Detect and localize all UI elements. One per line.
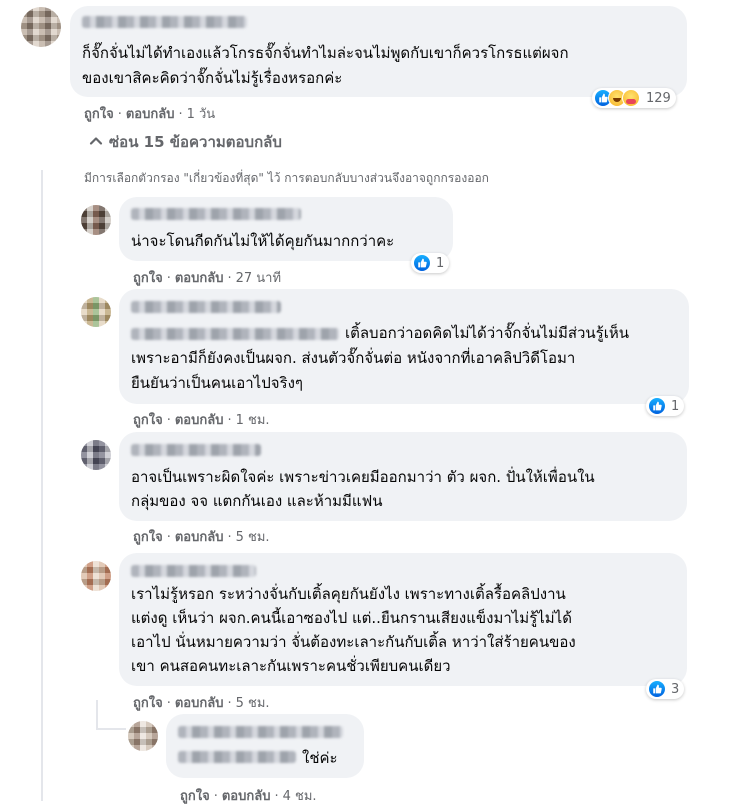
like-button[interactable]: ถูกใจ <box>133 413 163 428</box>
like-icon <box>648 397 666 415</box>
filter-note: มีการเลือกตัวกรอง "เกี่ยวข้องที่สุด" ไว้… <box>84 171 489 185</box>
reply-button[interactable]: ตอบกลับ <box>126 107 175 122</box>
avatar[interactable] <box>81 205 111 235</box>
reaction-summary[interactable]: 1 <box>411 253 450 273</box>
mentioned-name[interactable] <box>178 751 296 763</box>
mentioned-name[interactable] <box>131 328 339 340</box>
commenter-name[interactable] <box>131 565 256 577</box>
comment-text: น่าจะโดนกีดกันไม่ให้ได้คุยกันมากกว่าคะ <box>131 232 395 250</box>
reply-button[interactable]: ตอบกลับ <box>222 789 271 804</box>
comment-actions: ถูกใจ · ตอบกลับ · 1 วัน <box>84 107 216 122</box>
reaction-count: 1 <box>671 398 680 414</box>
reaction-summary[interactable]: 129 <box>592 88 676 108</box>
timestamp[interactable]: 4 ชม. <box>283 789 317 804</box>
like-button[interactable]: ถูกใจ <box>133 696 163 711</box>
comment-text: เอาไป นั่นหมายความว่า จั่นต้องทะเลาะกันก… <box>131 633 576 651</box>
like-button[interactable]: ถูกใจ <box>180 789 210 804</box>
comment-text: เติ้ลบอกว่าอดคิดไม่ได้ว่าจั๊กจั่นไม่มีส่… <box>345 324 629 342</box>
commenter-name[interactable] <box>131 444 261 456</box>
reply-bubble: เราไม่รู้หรอก ระหว่างจั่นกับเติ้ลคุยกันย… <box>119 553 687 686</box>
comment-text: ของเขาสิคะคิดว่าจั๊กจั่นไม่รู้เรื่องหรอก… <box>82 69 343 87</box>
comment-text: ใช่ค่ะ <box>302 749 338 767</box>
timestamp[interactable]: 27 นาที <box>236 271 281 286</box>
care-icon <box>622 89 640 107</box>
avatar[interactable] <box>81 561 111 591</box>
reaction-summary[interactable]: 3 <box>646 679 685 699</box>
reaction-summary[interactable]: 1 <box>646 396 685 416</box>
reply-button[interactable]: ตอบกลับ <box>175 530 224 545</box>
comment-text: เราไม่รู้หรอก ระหว่างจั่นกับเติ้ลคุยกันย… <box>131 585 566 603</box>
comment-bubble: ก็จั๊กจั่นไม่ได้ทำเองแล้วโกรธจั๊กจั่นทำไ… <box>70 6 687 97</box>
comment-actions: ถูกใจ · ตอบกลับ · 27 นาที <box>133 271 282 286</box>
like-button[interactable]: ถูกใจ <box>133 271 163 286</box>
reaction-count: 129 <box>646 90 671 106</box>
reply-bubble: น่าจะโดนกีดกันไม่ให้ได้คุยกันมากกว่าคะ <box>119 197 453 261</box>
thread-line <box>41 170 43 801</box>
reaction-count: 1 <box>436 255 445 271</box>
avatar[interactable] <box>21 7 61 47</box>
commenter-name[interactable] <box>178 726 343 738</box>
timestamp[interactable]: 5 ชม. <box>236 696 270 711</box>
comment-text: อาจเป็นเพราะผิดใจค่ะ เพราะข่าวเคยมีออกมา… <box>131 468 595 486</box>
reaction-count: 3 <box>671 681 680 697</box>
comment-text: แต่งดู เห็นว่า ผจก.คนนี้เอาซองไป แต่..ยื… <box>131 609 572 627</box>
comment-actions: ถูกใจ · ตอบกลับ · 5 ชม. <box>133 696 270 711</box>
timestamp[interactable]: 1 วัน <box>187 107 216 122</box>
avatar[interactable] <box>128 721 158 751</box>
comment-text: ยืนยันว่าเป็นคนเอาไปจริงๆ <box>131 374 303 392</box>
reply-button[interactable]: ตอบกลับ <box>175 696 224 711</box>
timestamp[interactable]: 1 ชม. <box>236 413 270 428</box>
like-button[interactable]: ถูกใจ <box>133 530 163 545</box>
comment-text: เขา คนสอคนทะเลาะกันเพราะคนชั่วเพียบคนเดี… <box>131 657 451 675</box>
comment-actions: ถูกใจ · ตอบกลับ · 5 ชม. <box>133 530 270 545</box>
commenter-name[interactable] <box>82 16 247 28</box>
like-icon <box>648 680 666 698</box>
timestamp[interactable]: 5 ชม. <box>236 530 270 545</box>
reply-bubble: อาจเป็นเพราะผิดใจค่ะ เพราะข่าวเคยมีออกมา… <box>119 432 687 521</box>
comment-text: กลุ่มของ จจ แตกกันเอง และห้ามมีแฟน <box>131 492 383 510</box>
avatar[interactable] <box>81 440 111 470</box>
comment-actions: ถูกใจ · ตอบกลับ · 4 ชม. <box>180 789 317 804</box>
reply-bubble: ใช่ค่ะ <box>166 714 364 778</box>
comment-text: ก็จั๊กจั่นไม่ได้ทำเองแล้วโกรธจั๊กจั่นทำไ… <box>82 44 569 62</box>
thread-line <box>96 728 126 730</box>
chevron-up-icon <box>89 137 103 145</box>
thread-line <box>96 700 98 728</box>
reply-button[interactable]: ตอบกลับ <box>175 271 224 286</box>
reply-button[interactable]: ตอบกลับ <box>175 413 224 428</box>
avatar[interactable] <box>81 297 111 327</box>
comment-actions: ถูกใจ · ตอบกลับ · 1 ชม. <box>133 413 270 428</box>
commenter-name[interactable] <box>131 208 301 220</box>
like-icon <box>413 254 431 272</box>
reply-bubble: เติ้ลบอกว่าอดคิดไม่ได้ว่าจั๊กจั่นไม่มีส่… <box>119 289 689 404</box>
like-button[interactable]: ถูกใจ <box>84 107 114 122</box>
comment-text: เพราะอามีก็ยังคงเป็นผจก. ส่งนตัวจั๊กจั่น… <box>131 349 576 367</box>
hide-replies-button[interactable]: ซ่อน 15 ข้อความตอบกลับ <box>89 130 282 154</box>
commenter-name[interactable] <box>131 301 281 313</box>
